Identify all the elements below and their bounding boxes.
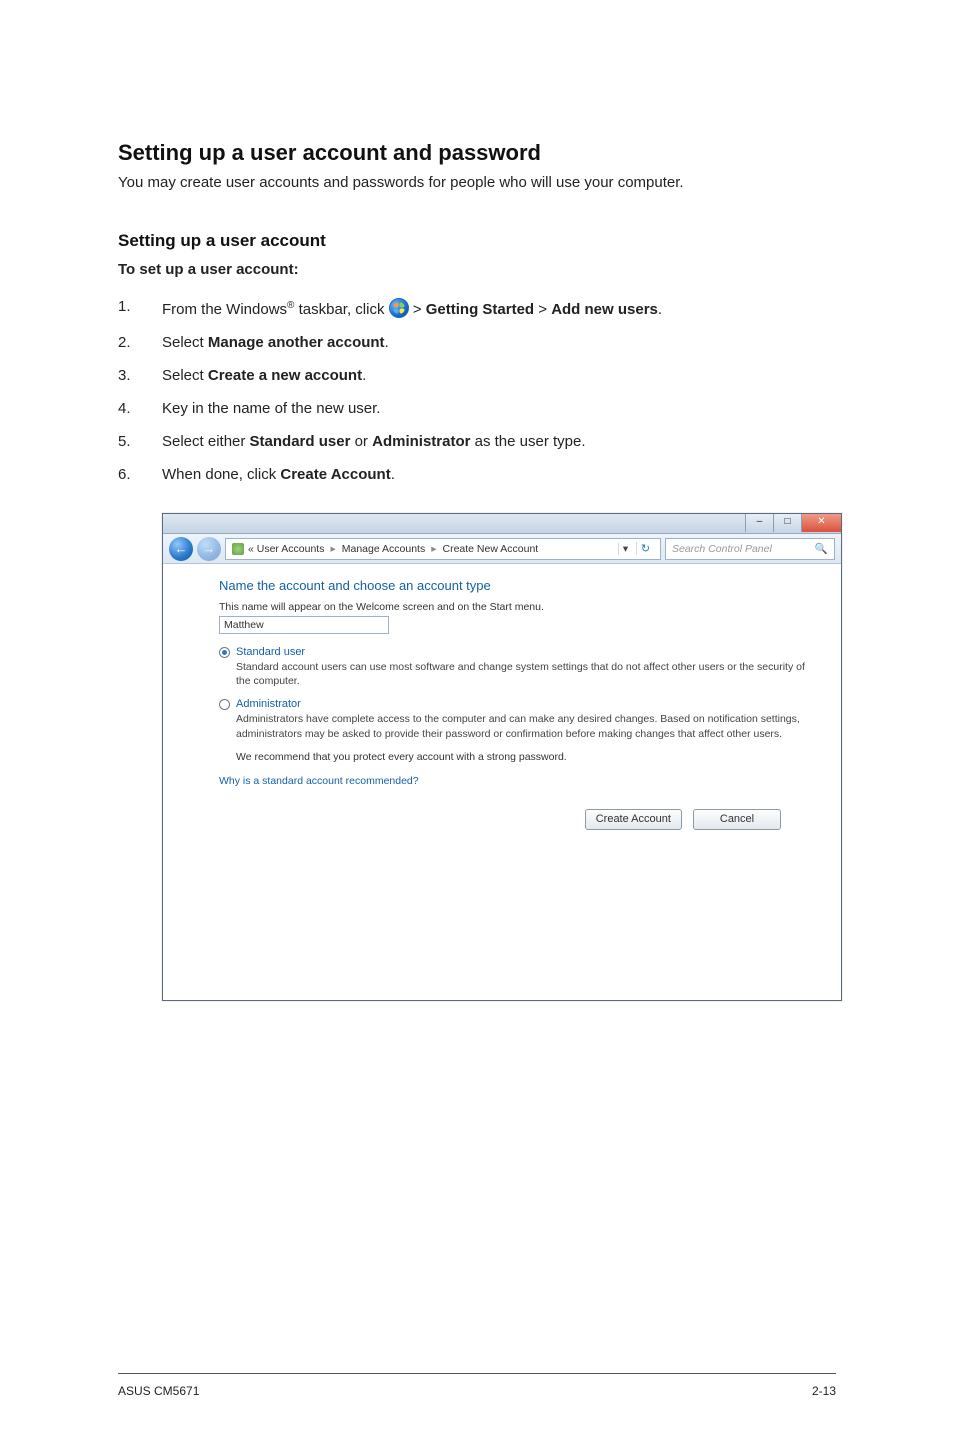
step-number: 6. — [118, 466, 162, 483]
maximize-button[interactable]: □ — [773, 514, 801, 532]
window-content: Name the account and choose an account t… — [163, 564, 841, 1000]
create-account-window: – □ ✕ ← → « User Accounts ▸ Manage Accou… — [162, 513, 842, 1001]
search-input[interactable]: Search Control Panel 🔍 — [665, 538, 835, 560]
breadcrumb-sep-icon: ▸ — [431, 543, 436, 555]
step-2: 2. Select Manage another account. — [118, 334, 836, 351]
footer-left: ASUS CM5671 — [118, 1384, 199, 1398]
breadcrumb-segment[interactable]: Manage Accounts — [342, 543, 425, 555]
intro-text: You may create user accounts and passwor… — [118, 174, 836, 191]
step-text: From the Windows® taskbar, click > Getti… — [162, 298, 836, 318]
instructions-label: To set up a user account: — [118, 261, 836, 278]
create-account-button[interactable]: Create Account — [585, 809, 682, 830]
footer-right: 2-13 — [812, 1384, 836, 1398]
step-text: Key in the name of the new user. — [162, 400, 836, 417]
step-text: Select either Standard user or Administr… — [162, 433, 836, 450]
step-3: 3. Select Create a new account. — [118, 367, 836, 384]
nav-bar: ← → « User Accounts ▸ Manage Accounts ▸ … — [163, 534, 841, 564]
radio-label: Standard user — [236, 646, 305, 658]
window-titlebar: – □ ✕ — [163, 514, 841, 534]
step-1: 1. From the Windows® taskbar, click > Ge… — [118, 298, 836, 318]
radio-description: Standard account users can use most soft… — [236, 660, 811, 688]
radio-standard-user[interactable]: Standard user — [219, 646, 811, 658]
step-5: 5. Select either Standard user or Admini… — [118, 433, 836, 450]
radio-icon — [219, 647, 230, 658]
cancel-button[interactable]: Cancel — [693, 809, 781, 830]
breadcrumb-segment[interactable]: Create New Account — [443, 543, 539, 555]
radio-administrator[interactable]: Administrator — [219, 698, 811, 710]
recommend-text: We recommend that you protect every acco… — [236, 751, 811, 763]
forward-button[interactable]: → — [197, 537, 221, 561]
step-number: 4. — [118, 400, 162, 417]
content-heading: Name the account and choose an account t… — [219, 578, 811, 593]
sub-heading: Setting up a user account — [118, 231, 836, 251]
radio-description: Administrators have complete access to t… — [236, 712, 811, 740]
why-standard-link[interactable]: Why is a standard account recommended? — [219, 775, 419, 787]
back-button[interactable]: ← — [169, 537, 193, 561]
search-placeholder: Search Control Panel — [672, 543, 772, 555]
step-text: Select Manage another account. — [162, 334, 836, 351]
minimize-button[interactable]: – — [745, 514, 773, 532]
breadcrumb-sep-icon: ▸ — [330, 543, 335, 555]
start-orb-icon — [389, 298, 409, 318]
radio-label: Administrator — [236, 698, 301, 710]
steps-list: 1. From the Windows® taskbar, click > Ge… — [118, 298, 836, 483]
step-text: Select Create a new account. — [162, 367, 836, 384]
radio-icon — [219, 699, 230, 710]
step-number: 2. — [118, 334, 162, 351]
address-bar[interactable]: « User Accounts ▸ Manage Accounts ▸ Crea… — [225, 538, 661, 560]
breadcrumb-segment[interactable]: « User Accounts — [248, 543, 324, 555]
step-number: 1. — [118, 298, 162, 318]
step-4: 4. Key in the name of the new user. — [118, 400, 836, 417]
content-subtext: This name will appear on the Welcome scr… — [219, 601, 811, 613]
page-heading: Setting up a user account and password — [118, 140, 836, 166]
refresh-icon[interactable]: ↻ — [636, 542, 654, 555]
account-name-input[interactable]: Matthew — [219, 616, 389, 634]
step-text: When done, click Create Account. — [162, 466, 836, 483]
control-panel-icon — [232, 543, 244, 555]
step-number: 3. — [118, 367, 162, 384]
search-icon: 🔍 — [815, 542, 828, 555]
page-footer: ASUS CM5671 2-13 — [118, 1373, 836, 1398]
address-dropdown-icon[interactable]: ▾ — [618, 543, 632, 555]
step-number: 5. — [118, 433, 162, 450]
close-button[interactable]: ✕ — [801, 514, 841, 532]
step-6: 6. When done, click Create Account. — [118, 466, 836, 483]
